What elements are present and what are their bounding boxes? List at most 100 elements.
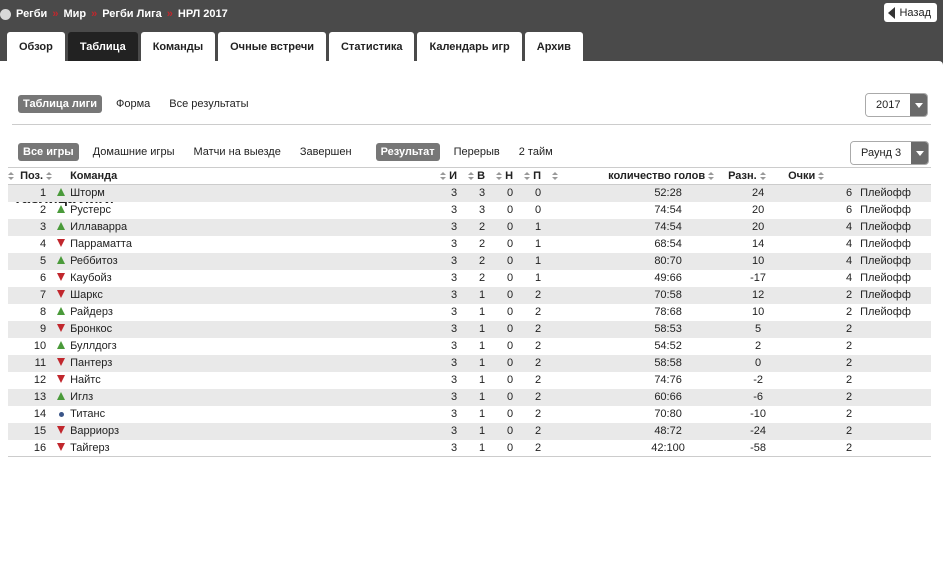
breadcrumb-item-region[interactable]: Мир [63,8,86,20]
tab-statistics[interactable]: Статистика [328,32,415,61]
breadcrumb-item-tournament[interactable]: НРЛ 2017 [178,8,228,20]
column-header-points[interactable]: Очки [788,167,861,185]
cell-drawn: 0 [496,184,525,202]
cell-team[interactable]: Буллдогз [70,338,440,355]
cell-played: 3 [440,218,469,236]
cell-team[interactable]: Райдерз [70,304,440,321]
table-row[interactable]: 9 Бронкос 3 1 0 2 58:53 5 2 [8,320,931,338]
table-row[interactable]: 10 Буллдогз 3 1 0 2 54:52 2 2 [8,338,931,355]
sort-icon [818,171,825,181]
cell-team[interactable]: Парраматта [70,236,440,253]
cell-won: 3 [479,204,486,216]
cell-team[interactable]: Пантерз [70,354,441,372]
column-header-drawn[interactable]: Н [496,167,525,185]
column-header-team[interactable]: Команда [70,167,441,185]
table-row[interactable]: 8 Райдерз 3 1 0 2 78:68 10 2 Плейофф [8,304,931,321]
filter-finished[interactable]: Завершен [295,143,357,161]
column-header-lost[interactable]: П [524,167,553,185]
table-row[interactable]: 3 Иллаварра 3 2 0 1 74:54 20 4 Плейофф [8,218,931,236]
breadcrumb-item-sport[interactable]: Регби [16,8,47,20]
back-button[interactable]: Назад [884,3,937,22]
cell-pos: 16 [8,439,53,457]
cell-trend [52,439,71,457]
table-row[interactable]: 7 Шаркс 3 1 0 2 70:58 12 2 Плейофф [8,286,931,304]
cell-points: 2 [845,306,853,318]
cell-note [860,372,931,389]
table-row[interactable]: 14 Титанс 3 1 0 2 70:80 -10 2 [8,406,931,423]
subtab-form[interactable]: Форма [111,95,155,113]
cell-team[interactable]: Каубойз [70,270,440,287]
cell-team[interactable]: Иллаварра [70,218,441,236]
cell-trend [52,422,71,440]
table-row[interactable]: 6 Каубойз 3 2 0 1 49:66 -17 4 Плейофф [8,270,931,287]
cell-pos: 6 [39,272,47,284]
cell-lost: 2 [524,439,553,457]
cell-points: 2 [788,354,861,372]
cell-gap [552,354,609,372]
table-row[interactable]: 16 Тайгерз 3 1 0 2 42:100 -58 2 [8,439,931,457]
filter-half-time[interactable]: Перерыв [449,143,505,161]
tab-archive[interactable]: Архив [524,32,583,61]
subtab-league-table[interactable]: Таблица лиги [18,95,102,113]
column-header-played[interactable]: И [440,167,469,185]
cell-goals: 54:52 [654,340,682,352]
tab-table[interactable]: Таблица [67,32,138,61]
cell-won: 2 [479,272,486,284]
cell-pos: 5 [8,252,53,270]
filter-away-games[interactable]: Матчи на выезде [188,143,285,161]
cell-lost: 1 [535,238,542,250]
cell-team[interactable]: Шаркс [70,286,441,304]
cell-team[interactable]: Варриорз [70,422,441,440]
table-row[interactable]: 1 Шторм 3 3 0 0 52:28 24 6 Плейофф [8,184,931,202]
cell-won: 3 [468,184,497,202]
filter-result[interactable]: Результат [375,143,440,161]
cell-won: 1 [468,286,497,304]
league-table: Поз. Команда И В Н П количество голов Ра… [8,167,931,457]
cell-note: Плейофф [860,184,931,202]
table-row[interactable]: 5 Реббитоз 3 2 0 1 80:70 10 4 Плейофф [8,252,931,270]
table-row[interactable]: 13 Иглз 3 1 0 2 60:66 -6 2 [8,388,931,406]
cell-pos: 1 [8,184,53,202]
column-header-goals[interactable]: количество голов [608,167,729,185]
column-header-diff[interactable]: Разн. [728,167,789,185]
cell-team[interactable]: Рустерс [70,202,440,219]
table-row[interactable]: 15 Варриорз 3 1 0 2 48:72 -24 2 [8,422,931,440]
tab-fixtures[interactable]: Календарь игр [417,32,522,61]
cell-diff: 20 [751,204,765,216]
cell-drawn: 0 [496,252,525,270]
column-header-pos[interactable]: Поз. [8,167,53,185]
table-row[interactable]: 2 Рустерс 3 3 0 0 74:54 20 6 Плейофф [8,202,931,219]
season-select-value: 2017 [866,94,911,116]
cell-pos: 2 [39,204,47,216]
cell-team[interactable]: Тайгерз [70,439,441,457]
cell-drawn: 0 [496,286,525,304]
cell-team[interactable]: Иглз [70,388,441,406]
column-header-note [860,167,931,185]
table-row[interactable]: 12 Найтс 3 1 0 2 74:76 -2 2 [8,372,931,389]
filter-all-games[interactable]: Все игры [18,143,79,161]
cell-team[interactable]: Бронкос [70,320,441,338]
filter-second-half[interactable]: 2 тайм [514,143,558,161]
filter-home-games[interactable]: Домашние игры [88,143,180,161]
season-select[interactable]: 2017 [865,93,929,117]
column-header-won[interactable]: В [468,167,497,185]
column-header-gap [552,167,609,185]
cell-points: 4 [845,238,853,250]
round-select[interactable]: Раунд 3 [850,141,930,165]
cell-won: 1 [468,354,497,372]
cell-diff: 24 [728,184,789,202]
tab-head-to-head[interactable]: Очные встречи [218,32,326,61]
cell-played: 3 [451,306,458,318]
cell-team[interactable]: Реббитоз [70,252,441,270]
subtab-all-results[interactable]: Все результаты [164,95,253,113]
cell-drawn: 0 [496,388,525,406]
tab-teams[interactable]: Команды [140,32,216,61]
table-row[interactable]: 4 Парраматта 3 2 0 1 68:54 14 4 Плейофф [8,236,931,253]
cell-drawn: 0 [507,374,514,386]
cell-team[interactable]: Титанс [70,406,440,423]
tab-overview[interactable]: Обзор [7,32,65,61]
cell-team[interactable]: Найтс [70,372,440,389]
table-row[interactable]: 11 Пантерз 3 1 0 2 58:58 0 2 [8,354,931,372]
breadcrumb-item-league[interactable]: Регби Лига [102,8,162,20]
cell-team[interactable]: Шторм [70,184,441,202]
